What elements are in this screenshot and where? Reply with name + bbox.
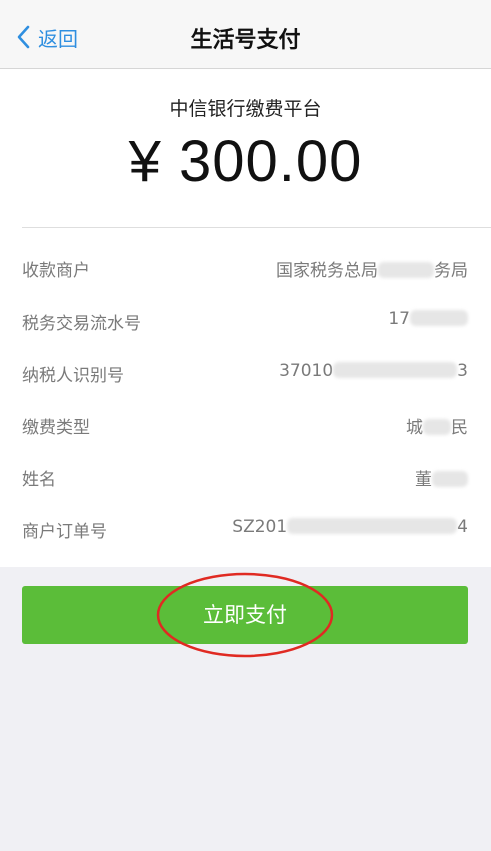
detail-label: 税务交易流水号: [22, 314, 141, 334]
detail-row-order-number: 商户订单号 SZ201 4: [22, 517, 468, 547]
detail-row-merchant: 收款商户 国家税务总局 务局: [22, 256, 468, 286]
detail-value: SZ201 4: [232, 517, 468, 537]
divider: [22, 227, 491, 228]
pay-now-button[interactable]: 立即支付: [22, 586, 468, 644]
redacted-region: [432, 471, 468, 487]
detail-label: 姓名: [22, 470, 56, 490]
detail-value: 17: [388, 309, 468, 329]
detail-label: 收款商户: [22, 261, 90, 281]
detail-row-taxpayer-id: 纳税人识别号 37010 3: [22, 361, 468, 391]
redacted-region: [378, 262, 434, 278]
redacted-region: [423, 419, 451, 435]
detail-label: 缴费类型: [22, 418, 90, 438]
detail-label: 纳税人识别号: [22, 366, 124, 386]
redacted-region: [410, 310, 468, 326]
detail-row-name: 姓名 董: [22, 465, 468, 495]
detail-label: 商户订单号: [22, 522, 107, 542]
merchant-name: 中信银行缴费平台: [169, 98, 322, 120]
detail-value: 董: [415, 465, 468, 490]
detail-row-payment-type: 缴费类型 城民: [22, 413, 468, 443]
redacted-region: [287, 518, 458, 534]
detail-value: 城民: [406, 418, 468, 438]
redacted-region: [333, 362, 458, 378]
navigation-bar: 返回 生活号支付: [0, 6, 491, 69]
page-title: 生活号支付: [190, 28, 301, 53]
payment-amount: ¥ 300.00: [128, 129, 363, 194]
detail-row-transaction-number: 税务交易流水号 17: [22, 309, 468, 339]
detail-value: 国家税务总局 务局: [276, 261, 468, 281]
detail-value: 37010 3: [279, 361, 468, 381]
